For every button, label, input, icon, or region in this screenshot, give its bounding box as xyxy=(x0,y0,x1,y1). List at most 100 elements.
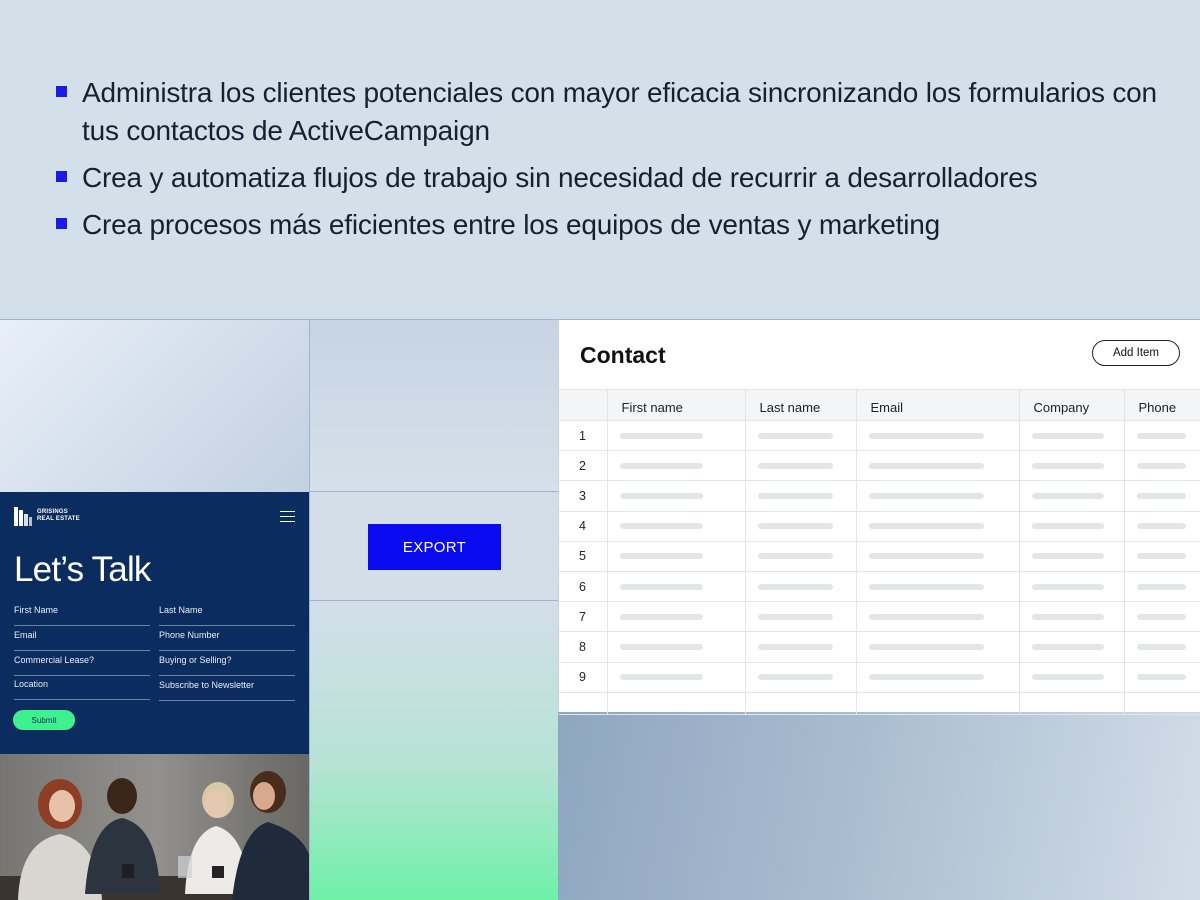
table-cell[interactable] xyxy=(1123,419,1200,452)
bullet-square-icon xyxy=(56,218,67,229)
commercial-lease-field[interactable]: Commercial Lease? xyxy=(14,654,150,676)
table-cell[interactable] xyxy=(744,601,857,633)
table-cell[interactable] xyxy=(1123,510,1200,542)
table-cell[interactable] xyxy=(855,510,1020,542)
table-cell[interactable] xyxy=(744,450,857,482)
table-cell[interactable] xyxy=(744,510,857,542)
table-cell[interactable] xyxy=(606,480,746,512)
column-header-email[interactable]: Email xyxy=(855,389,1020,421)
placeholder-bar xyxy=(619,583,703,590)
first-name-field[interactable]: First Name xyxy=(14,604,150,626)
email-field[interactable]: Email xyxy=(14,629,150,651)
row-number: 6 xyxy=(559,570,608,603)
gradient-tile xyxy=(558,712,1200,900)
table-row[interactable]: 9 xyxy=(559,661,1200,693)
placeholder-bar xyxy=(1136,432,1186,439)
table-cell[interactable] xyxy=(744,540,857,572)
table-cell[interactable] xyxy=(1018,631,1125,663)
table-cell[interactable] xyxy=(1018,450,1125,482)
column-header-phone[interactable]: Phone xyxy=(1123,389,1200,421)
gradient-tile xyxy=(309,601,558,900)
table-cell[interactable] xyxy=(1018,480,1125,512)
brand-logo[interactable]: GRISINGS REAL ESTATE xyxy=(14,506,80,526)
table-cell[interactable] xyxy=(1018,540,1125,572)
form-title: Let’s Talk xyxy=(14,550,151,589)
placeholder-bar xyxy=(1031,432,1104,439)
placeholder-bar xyxy=(1031,523,1104,530)
table-cell[interactable] xyxy=(1123,601,1200,633)
table-row[interactable]: 3 xyxy=(559,480,1200,512)
table-row[interactable]: 7 xyxy=(559,601,1200,633)
table-row[interactable]: 6 xyxy=(559,570,1200,603)
placeholder-bar xyxy=(619,643,703,650)
last-name-field[interactable]: Last Name xyxy=(159,604,295,626)
placeholder-bar xyxy=(1031,613,1104,620)
table-cell[interactable] xyxy=(855,480,1020,512)
table-cell[interactable] xyxy=(1018,570,1125,603)
table-cell[interactable] xyxy=(606,601,746,633)
table-cell[interactable] xyxy=(1123,540,1200,572)
column-header-last-name[interactable]: Last name xyxy=(744,389,857,421)
placeholder-bar xyxy=(1031,643,1104,650)
location-field[interactable]: Location xyxy=(14,678,150,700)
table-cell[interactable] xyxy=(855,450,1020,482)
table-cell[interactable] xyxy=(855,661,1020,693)
placeholder-bar xyxy=(1031,583,1104,590)
table-cell[interactable] xyxy=(744,570,857,603)
table-cell[interactable] xyxy=(1018,661,1125,693)
table-cell[interactable] xyxy=(1123,631,1200,663)
table-row-empty xyxy=(559,691,1200,715)
table-cell[interactable] xyxy=(1018,419,1125,452)
table-cell[interactable] xyxy=(606,419,746,452)
table-cell[interactable] xyxy=(606,570,746,603)
column-header-company[interactable]: Company xyxy=(1018,389,1125,421)
table-cell[interactable] xyxy=(606,510,746,542)
table-cell xyxy=(1123,691,1200,715)
table-cell[interactable] xyxy=(855,631,1020,663)
menu-icon[interactable] xyxy=(280,511,295,525)
table-cell[interactable] xyxy=(1123,450,1200,482)
placeholder-bar xyxy=(1136,613,1186,620)
row-number: 9 xyxy=(559,661,608,693)
newsletter-field[interactable]: Subscribe to Newsletter xyxy=(159,679,295,701)
table-cell[interactable] xyxy=(1018,510,1125,542)
row-number: 1 xyxy=(559,419,608,452)
placeholder-bar xyxy=(757,613,833,620)
table-row[interactable]: 5 xyxy=(559,540,1200,572)
placeholder-bar xyxy=(757,643,833,650)
table-cell[interactable] xyxy=(1123,480,1200,512)
table-cell[interactable] xyxy=(606,661,746,693)
table-cell[interactable] xyxy=(855,419,1020,452)
table-cell xyxy=(855,691,1020,715)
add-item-button[interactable]: Add Item xyxy=(1092,340,1180,366)
table-cell[interactable] xyxy=(1018,601,1125,633)
placeholder-bar xyxy=(619,523,703,530)
table-cell[interactable] xyxy=(606,631,746,663)
table-cell[interactable] xyxy=(855,601,1020,633)
submit-button[interactable]: Submit xyxy=(13,710,75,730)
table-row[interactable]: 4 xyxy=(559,510,1200,542)
table-row[interactable]: 1 xyxy=(559,419,1200,452)
table-cell[interactable] xyxy=(855,570,1020,603)
buying-selling-field[interactable]: Buying or Selling? xyxy=(159,654,295,676)
placeholder-bar xyxy=(757,674,833,681)
table-cell[interactable] xyxy=(606,540,746,572)
table-cell[interactable] xyxy=(744,480,857,512)
table-row[interactable]: 8 xyxy=(559,631,1200,663)
gradient-tile xyxy=(0,319,309,492)
table-cell[interactable] xyxy=(744,631,857,663)
table-cell[interactable] xyxy=(1123,570,1200,603)
placeholder-bar xyxy=(868,523,984,530)
table-row[interactable]: 2 xyxy=(559,450,1200,482)
placeholder-bar xyxy=(619,613,703,620)
column-header-first-name[interactable]: First name xyxy=(606,389,746,421)
contact-table-panel: Contact Add Item First name Last name Em… xyxy=(558,319,1200,715)
table-cell[interactable] xyxy=(744,661,857,693)
table-cell[interactable] xyxy=(855,540,1020,572)
placeholder-bar xyxy=(1031,674,1104,681)
phone-field[interactable]: Phone Number xyxy=(159,629,295,651)
export-button[interactable]: EXPORT xyxy=(368,524,501,570)
table-cell[interactable] xyxy=(1123,661,1200,693)
table-cell[interactable] xyxy=(744,419,857,452)
table-cell[interactable] xyxy=(606,450,746,482)
